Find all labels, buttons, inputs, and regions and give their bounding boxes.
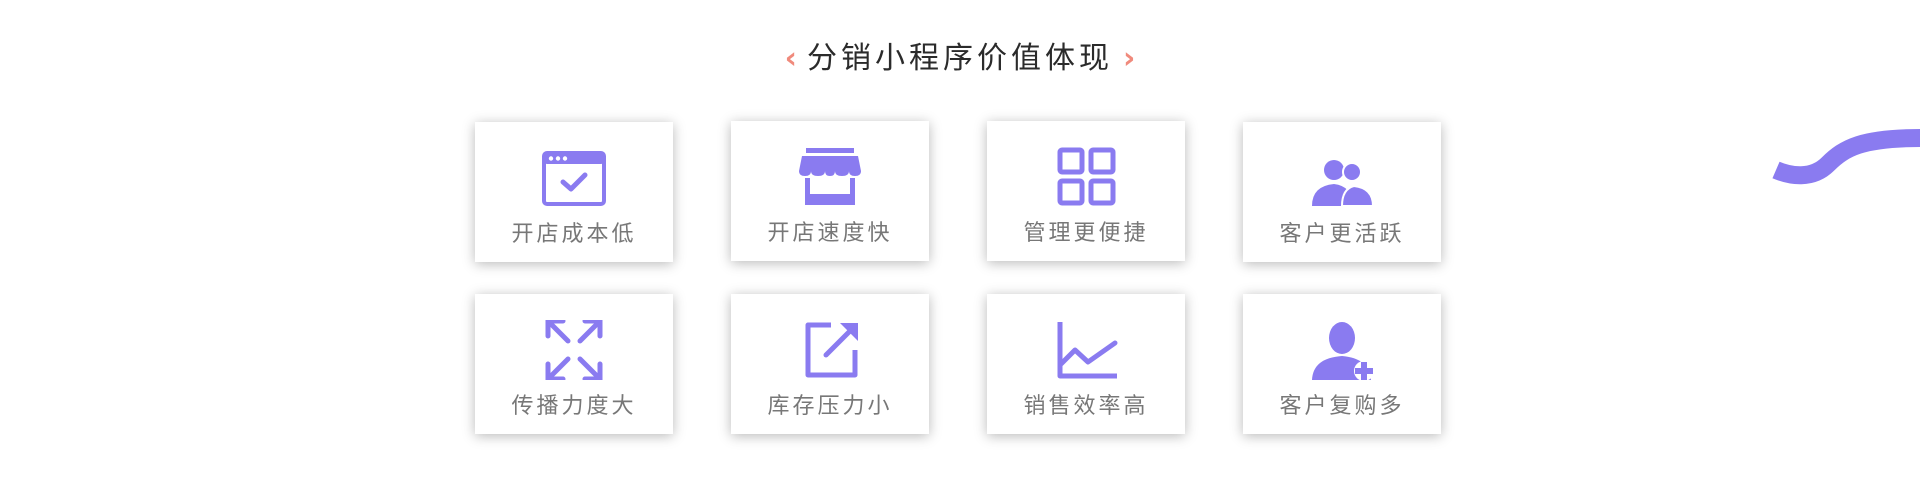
feature-label: 销售效率高 <box>1023 394 1149 419</box>
line-chart-icon <box>1051 320 1121 380</box>
browser-check-icon <box>539 148 609 208</box>
right-chevron-icon: › <box>1123 41 1136 76</box>
feature-label: 库存压力小 <box>767 394 893 419</box>
feature-card-repeat-purchases: 客户复购多 <box>1243 294 1441 434</box>
feature-label: 管理更便捷 <box>1023 221 1149 246</box>
add-user-icon <box>1307 320 1377 380</box>
left-chevron-icon: ‹ <box>784 41 797 76</box>
external-link-icon <box>795 320 865 380</box>
feature-label: 开店成本低 <box>511 222 637 247</box>
feature-card-easy-management: 管理更便捷 <box>987 121 1185 261</box>
feature-card-low-inventory: 库存压力小 <box>731 294 929 434</box>
feature-label: 客户更活跃 <box>1279 222 1405 247</box>
feature-card-active-customers: 客户更活跃 <box>1243 122 1441 262</box>
feature-card-sales-efficiency: 销售效率高 <box>987 294 1185 434</box>
feature-card-low-cost: 开店成本低 <box>475 122 673 262</box>
section-heading: ‹ 分销小程序价值体现 › <box>0 36 1920 82</box>
grid-icon <box>1051 147 1121 207</box>
decorative-squiggle <box>1770 124 1920 194</box>
expand-icon <box>539 320 609 380</box>
storefront-icon <box>795 147 865 207</box>
users-icon <box>1307 148 1377 208</box>
feature-label: 开店速度快 <box>767 221 893 246</box>
feature-card-wide-spread: 传播力度大 <box>475 294 673 434</box>
feature-label: 客户复购多 <box>1279 394 1405 419</box>
feature-card-fast-setup: 开店速度快 <box>731 121 929 261</box>
page-title: 分销小程序价值体现 <box>807 41 1113 76</box>
feature-label: 传播力度大 <box>511 394 637 419</box>
